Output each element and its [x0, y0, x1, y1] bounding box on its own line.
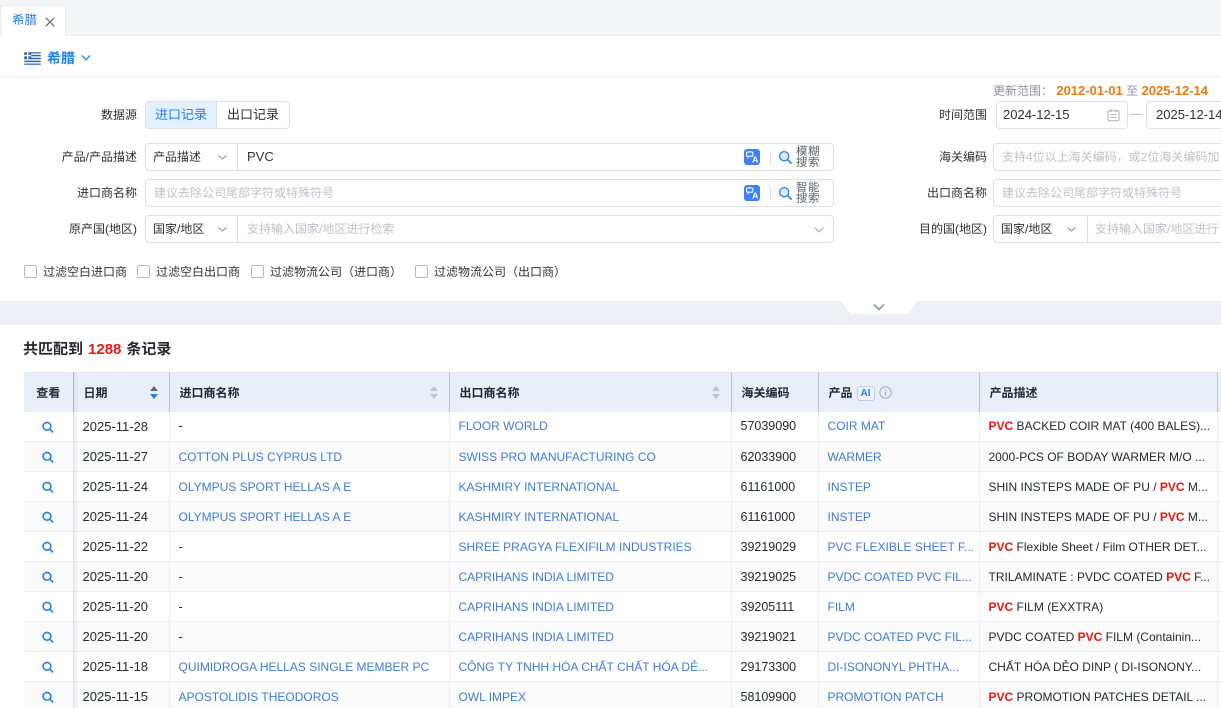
svg-text:A: A	[752, 191, 758, 201]
svg-text:A: A	[752, 155, 758, 165]
